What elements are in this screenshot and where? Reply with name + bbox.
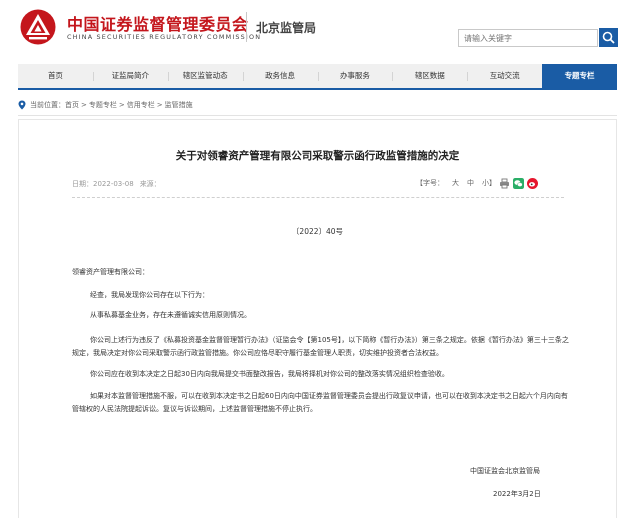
nav-item-intro[interactable]: 证监局简介 — [92, 64, 168, 88]
nav-item-regulatory-news[interactable]: 辖区监管动态 — [167, 64, 243, 88]
article-meta: 日期：2022-03-08 来源： — [72, 179, 161, 189]
breadcrumb-separator: > — [81, 101, 87, 109]
search-icon — [602, 31, 615, 44]
search-button[interactable] — [599, 28, 618, 47]
breadcrumb-divider — [18, 115, 617, 116]
breadcrumb-home[interactable]: 首页 — [65, 100, 79, 110]
issuer-signature: 中国证监会北京监管局 — [470, 467, 540, 475]
breadcrumb-separator: > — [156, 101, 163, 109]
date-label: 日期： — [72, 180, 93, 188]
font-size-small[interactable]: 小 — [482, 178, 489, 188]
breadcrumb-special-topics[interactable]: 专题专栏 — [89, 100, 117, 110]
article-tools: 【字号： 大 中 小 】 — [416, 176, 538, 190]
font-size-large[interactable]: 大 — [452, 178, 459, 188]
body-paragraph-5: 如果对本监督管理措施不服，可以在收到本决定书之日起60日内向中国证券监督管理委员… — [72, 392, 568, 413]
location-pin-icon — [18, 100, 26, 110]
bureau-name[interactable]: 北京监管局 — [256, 19, 316, 36]
body-paragraph-4: 你公司应在收到本决定之日起30日内向我局提交书面整改报告，我局将择机对你公司的整… — [90, 370, 449, 378]
meta-divider — [72, 197, 564, 198]
font-size-close: 】 — [489, 179, 496, 187]
nav-item-data[interactable]: 辖区数据 — [392, 64, 467, 88]
salutation: 领睿资产管理有限公司： — [72, 268, 149, 276]
signature-date: 2022年3月2日 — [493, 490, 541, 498]
nav-item-gov-info[interactable]: 政务信息 — [242, 64, 318, 88]
org-name-cn[interactable]: 中国证券监督管理委员会 — [67, 11, 249, 35]
nav-item-services[interactable]: 办事服务 — [317, 64, 393, 88]
wechat-share-icon[interactable] — [513, 177, 524, 189]
breadcrumb-prefix: 当前位置： — [30, 101, 65, 109]
csrc-logo-icon — [20, 9, 56, 45]
body-paragraph-1: 经查，我局发现你公司存在以下行为： — [90, 291, 209, 299]
breadcrumb-measures[interactable]: 监管措施 — [165, 100, 193, 110]
nav-item-home[interactable]: 首页 — [18, 64, 93, 88]
body-paragraph-3: 你公司上述行为违反了《私募投资基金监督管理暂行办法》（证监会令【第105号】，以… — [72, 336, 569, 357]
publish-date: 2022-03-08 — [93, 180, 134, 188]
print-icon[interactable] — [499, 178, 510, 189]
source-label: 来源： — [139, 180, 161, 188]
document-number: 〔2022〕40号 — [291, 227, 344, 236]
nav-item-interaction[interactable]: 互动交流 — [467, 64, 542, 88]
breadcrumb-credit-column[interactable]: 信用专栏 — [127, 100, 155, 110]
article-title: 关于对领睿资产管理有限公司采取警示函行政监管措施的决定 — [175, 150, 460, 162]
main-nav: 首页 证监局简介 辖区监管动态 政务信息 办事服务 辖区数据 互动交流 专题专栏 — [18, 64, 617, 90]
org-name-en: CHINA SECURITIES REGULATORY COMMISSION — [67, 33, 262, 41]
breadcrumb-separator: > — [118, 101, 125, 109]
logo-divider — [246, 12, 247, 42]
nav-item-special-topics[interactable]: 专题专栏 — [542, 64, 617, 88]
body-paragraph-2: 从事私募基金业务，存在未遵循诚实信用原则情况。 — [90, 311, 251, 319]
font-size-medium[interactable]: 中 — [467, 178, 474, 188]
breadcrumb: 当前位置： 首页 > 专题专栏 > 信用专栏 > 监管措施 — [18, 99, 193, 111]
site-header: 中国证券监督管理委员会 CHINA SECURITIES REGULATORY … — [0, 0, 627, 62]
weibo-share-icon[interactable] — [527, 177, 538, 189]
search-input[interactable] — [458, 29, 598, 47]
font-size-label: 【字号： — [416, 179, 444, 187]
